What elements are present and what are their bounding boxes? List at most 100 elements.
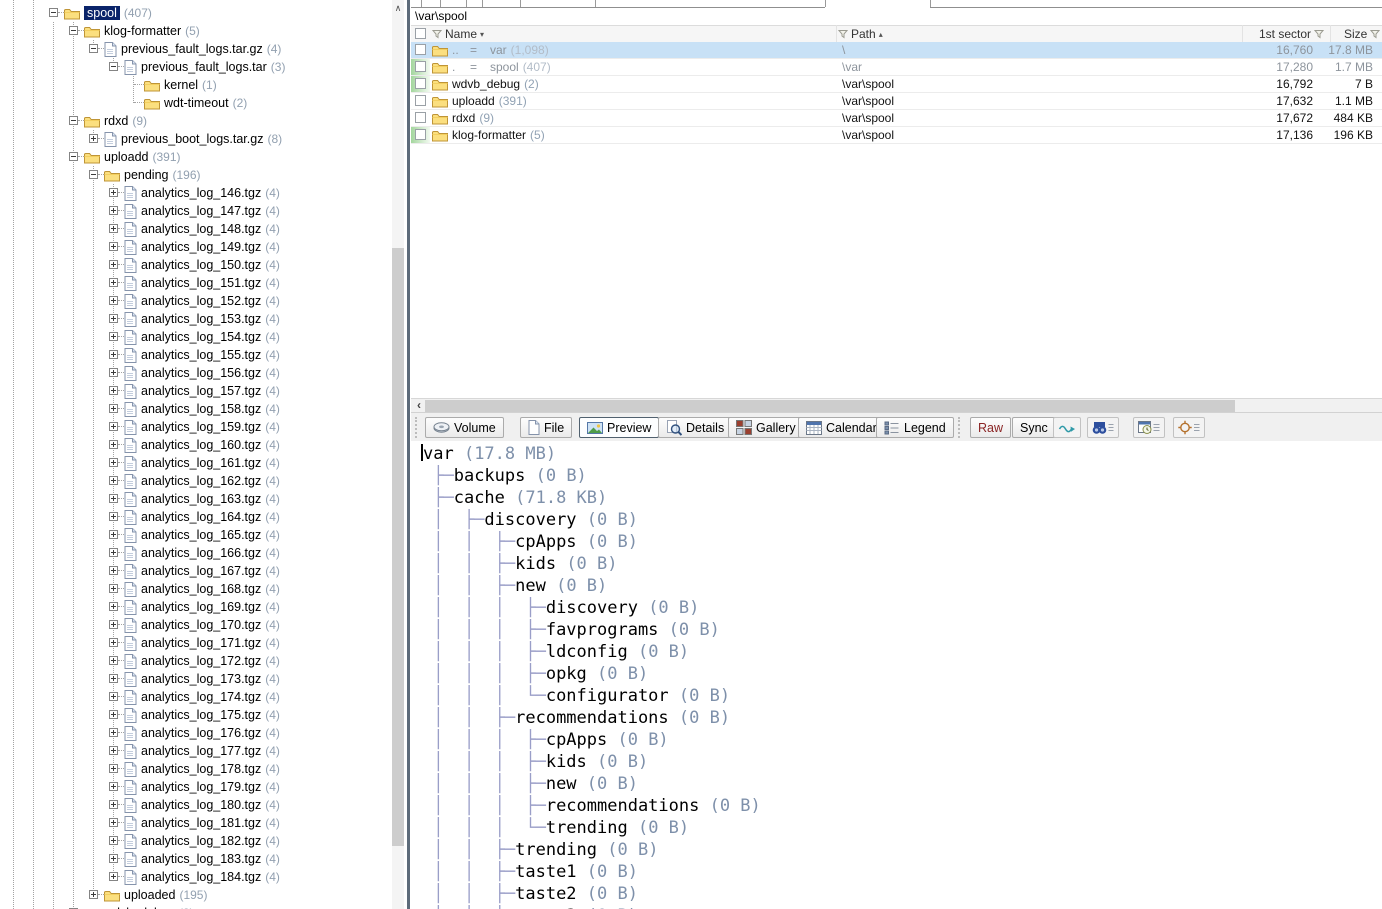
tree-item-rdxd[interactable]: rdxd(9) [0, 112, 392, 130]
tree-item-analytics_log_174.tgz[interactable]: analytics_log_174.tgz(4) [0, 688, 392, 706]
expand-plus-icon[interactable] [109, 656, 118, 665]
tree-item-analytics_log_165.tgz[interactable]: analytics_log_165.tgz(4) [0, 526, 392, 544]
expand-plus-icon[interactable] [109, 476, 118, 485]
details-button[interactable]: Details [658, 417, 732, 438]
expand-plus-icon[interactable] [109, 800, 118, 809]
expand-plus-icon[interactable] [109, 818, 118, 827]
funnel-icon[interactable] [1314, 29, 1324, 39]
expand-plus-icon[interactable] [109, 530, 118, 539]
wave-button[interactable] [1053, 417, 1081, 438]
tree-item-analytics_log_153.tgz[interactable]: analytics_log_153.tgz(4) [0, 310, 392, 328]
column-header-path[interactable]: Path▴ [838, 26, 883, 42]
tree-item-analytics_log_178.tgz[interactable]: analytics_log_178.tgz(4) [0, 760, 392, 778]
expand-plus-icon[interactable] [109, 422, 118, 431]
column-header-size[interactable]: Size [1344, 26, 1380, 42]
expand-plus-icon[interactable] [109, 188, 118, 197]
tree-item-spool[interactable]: spool(407) [0, 4, 392, 22]
tree-scrollbar[interactable]: ∧ [392, 0, 404, 909]
toolbar-grip[interactable] [415, 417, 417, 438]
tree-item-analytics_log_160.tgz[interactable]: analytics_log_160.tgz(4) [0, 436, 392, 454]
expand-plus-icon[interactable] [109, 260, 118, 269]
horizontal-scrollbar[interactable]: ‹ [411, 398, 1382, 412]
legend-button[interactable]: Legend [876, 417, 954, 438]
tree-item-analytics_log_146.tgz[interactable]: analytics_log_146.tgz(4) [0, 184, 392, 202]
file-row-wdvb_debug[interactable]: wdvb_debug(2)\var\spool16,7927 B [411, 76, 1382, 93]
tree-item-analytics_log_166.tgz[interactable]: analytics_log_166.tgz(4) [0, 544, 392, 562]
expand-plus-icon[interactable] [89, 890, 98, 899]
tree-item-analytics_log_164.tgz[interactable]: analytics_log_164.tgz(4) [0, 508, 392, 526]
expand-plus-icon[interactable] [109, 602, 118, 611]
tree-item-previous_fault_logs.tar.gz[interactable]: previous_fault_logs.tar.gz(4) [0, 40, 392, 58]
expand-plus-icon[interactable] [109, 458, 118, 467]
expand-plus-icon[interactable] [109, 746, 118, 755]
tree-item-analytics_log_161.tgz[interactable]: analytics_log_161.tgz(4) [0, 454, 392, 472]
expand-plus-icon[interactable] [109, 314, 118, 323]
tree-item-analytics_log_176.tgz[interactable]: analytics_log_176.tgz(4) [0, 724, 392, 742]
row-checkbox[interactable] [415, 44, 426, 55]
tree-item-analytics_log_179.tgz[interactable]: analytics_log_179.tgz(4) [0, 778, 392, 796]
tree-item-analytics_log_152.tgz[interactable]: analytics_log_152.tgz(4) [0, 292, 392, 310]
file-row-rdxd[interactable]: rdxd(9)\var\spool17,672484 KB [411, 110, 1382, 127]
row-checkbox[interactable] [415, 61, 426, 72]
row-checkbox[interactable] [415, 112, 426, 123]
expand-plus-icon[interactable] [109, 854, 118, 863]
tree-item-analytics_log_159.tgz[interactable]: analytics_log_159.tgz(4) [0, 418, 392, 436]
tab-strip[interactable] [411, 0, 1382, 8]
column-header-sector[interactable]: 1st sector [1259, 26, 1324, 42]
tree-item-analytics_log_172.tgz[interactable]: analytics_log_172.tgz(4) [0, 652, 392, 670]
find-in-list-button[interactable] [1087, 417, 1119, 438]
preview-button[interactable]: Preview [579, 417, 659, 438]
funnel-icon[interactable] [432, 29, 442, 39]
tree-item-analytics_log_173.tgz[interactable]: analytics_log_173.tgz(4) [0, 670, 392, 688]
expand-plus-icon[interactable] [109, 836, 118, 845]
expand-plus-icon[interactable] [109, 512, 118, 521]
collapse-minus-icon[interactable] [49, 8, 58, 17]
row-checkbox[interactable] [415, 129, 426, 140]
expand-plus-icon[interactable] [109, 692, 118, 701]
expand-plus-icon[interactable] [109, 566, 118, 575]
tree-item-analytics_log_168.tgz[interactable]: analytics_log_168.tgz(4) [0, 580, 392, 598]
file-row-klog-formatter[interactable]: klog-formatter(5)\var\spool17,136196 KB [411, 127, 1382, 144]
gallery-button[interactable]: Gallery [728, 417, 804, 438]
tree-item-analytics_log_162.tgz[interactable]: analytics_log_162.tgz(4) [0, 472, 392, 490]
scroll-left-icon[interactable]: ‹ [413, 399, 425, 412]
expand-plus-icon[interactable] [109, 620, 118, 629]
expand-plus-icon[interactable] [109, 764, 118, 773]
tree-item-analytics_log_151.tgz[interactable]: analytics_log_151.tgz(4) [0, 274, 392, 292]
funnel-icon[interactable] [1370, 29, 1380, 39]
tree-item-analytics_log_156.tgz[interactable]: analytics_log_156.tgz(4) [0, 364, 392, 382]
expand-plus-icon[interactable] [109, 710, 118, 719]
tree-item-wdt-timeout[interactable]: wdt-timeout(2) [0, 94, 392, 112]
collapse-minus-icon[interactable] [69, 116, 78, 125]
tree-item-analytics_log_163.tgz[interactable]: analytics_log_163.tgz(4) [0, 490, 392, 508]
expand-plus-icon[interactable] [89, 134, 98, 143]
tree-item-analytics_log_150.tgz[interactable]: analytics_log_150.tgz(4) [0, 256, 392, 274]
collapse-minus-icon[interactable] [89, 44, 98, 53]
expand-plus-icon[interactable] [109, 224, 118, 233]
expand-plus-icon[interactable] [109, 350, 118, 359]
tree-item-analytics_log_149.tgz[interactable]: analytics_log_149.tgz(4) [0, 238, 392, 256]
row-checkbox[interactable] [415, 95, 426, 106]
tree-item-previous_boot_logs.tar.gz[interactable]: previous_boot_logs.tar.gz(8) [0, 130, 392, 148]
panel-splitter[interactable] [407, 0, 410, 909]
expand-plus-icon[interactable] [109, 638, 118, 647]
tree-scrollbar-thumb[interactable] [392, 248, 404, 846]
expand-plus-icon[interactable] [109, 404, 118, 413]
tree-item-analytics_log_148.tgz[interactable]: analytics_log_148.tgz(4) [0, 220, 392, 238]
tree-item-analytics_log_177.tgz[interactable]: analytics_log_177.tgz(4) [0, 742, 392, 760]
tree-item-analytics_log_171.tgz[interactable]: analytics_log_171.tgz(4) [0, 634, 392, 652]
tree-item-analytics_log_170.tgz[interactable]: analytics_log_170.tgz(4) [0, 616, 392, 634]
calendar-list-button[interactable] [1133, 417, 1165, 438]
expand-plus-icon[interactable] [109, 440, 118, 449]
file-row-var[interactable]: ..=var(1,098)\16,76017.8 MB [411, 42, 1382, 59]
volume-button[interactable]: Volume [425, 417, 504, 438]
tree-item-analytics_log_155.tgz[interactable]: analytics_log_155.tgz(4) [0, 346, 392, 364]
file-button[interactable]: File [520, 417, 572, 438]
toolbar-grip[interactable] [958, 417, 960, 438]
preview-pane[interactable]: var (17.8 MB) ├─backups (0 B) ├─cache (7… [411, 441, 1382, 909]
expand-plus-icon[interactable] [109, 674, 118, 683]
tree-item-analytics_log_147.tgz[interactable]: analytics_log_147.tgz(4) [0, 202, 392, 220]
tree-item-analytics_log_181.tgz[interactable]: analytics_log_181.tgz(4) [0, 814, 392, 832]
tree-item-analytics_log_167.tgz[interactable]: analytics_log_167.tgz(4) [0, 562, 392, 580]
tree-item-analytics_log_184.tgz[interactable]: analytics_log_184.tgz(4) [0, 868, 392, 886]
